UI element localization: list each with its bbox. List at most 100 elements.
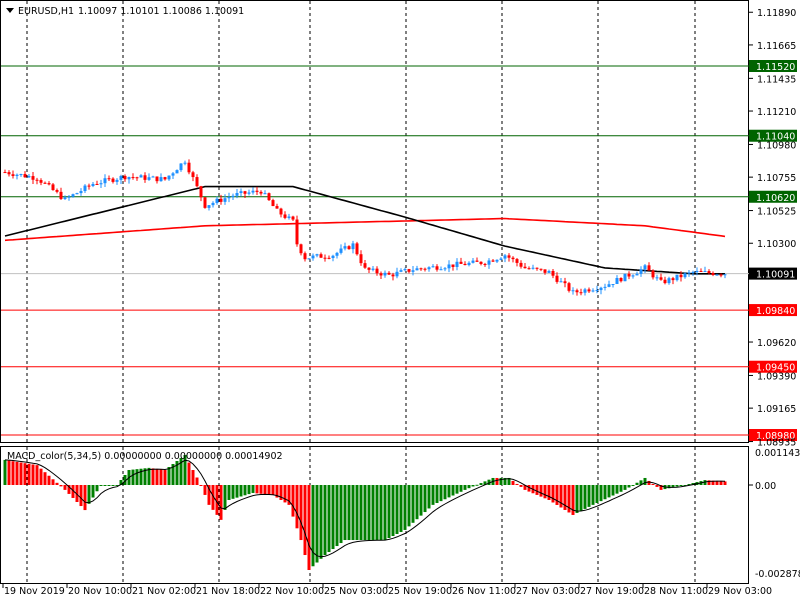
macd-bar (87, 485, 91, 504)
macd-bar (423, 485, 427, 513)
macd-bar (439, 485, 443, 502)
candle-body (411, 270, 415, 272)
macd-bar (103, 485, 107, 486)
price-tick-label: 1.10980 (757, 140, 796, 151)
candle-body (351, 243, 355, 250)
dropdown-triangle-icon[interactable] (6, 8, 14, 13)
time-tick-label: 26 Nov 11:00 (452, 586, 516, 597)
candle-body (587, 289, 591, 292)
candle-body (403, 269, 407, 271)
macd-bar (163, 470, 167, 485)
macd-bar (651, 483, 655, 485)
candle-body (139, 175, 143, 178)
candle-body (327, 257, 331, 259)
candle-body (483, 263, 487, 265)
candle-body (279, 208, 283, 215)
macd-bar (395, 485, 399, 534)
time-tick-label: 19 Nov 2019 (4, 586, 65, 597)
candle-body (495, 259, 499, 262)
price-tick-label: 1.10525 (757, 207, 796, 218)
macd-bar (403, 485, 407, 530)
macd-bar (419, 485, 423, 516)
candle-body (167, 175, 171, 180)
macd-bar (575, 485, 579, 513)
candle-body (143, 175, 147, 180)
macd-bar (347, 485, 351, 541)
candle-body (75, 193, 79, 195)
candle-body (243, 191, 247, 194)
candle-body (71, 194, 75, 197)
price-chart[interactable]: 1.115201.110401.106201.100911.098401.094… (0, 0, 800, 600)
macd-bar (475, 484, 479, 486)
candle-body (431, 266, 435, 268)
macd-bar (195, 477, 199, 485)
price-tick-label: 1.11890 (757, 8, 796, 19)
candle-body (599, 287, 603, 291)
candle-body (531, 267, 535, 269)
candle-body (691, 271, 695, 273)
candle-body (55, 190, 59, 192)
macd-bar (359, 485, 363, 541)
candle-body (235, 193, 239, 196)
macd-bar (255, 485, 259, 494)
candle-body (679, 274, 683, 278)
macd-bar (339, 485, 343, 544)
macd-bar (159, 469, 163, 485)
candle-body (515, 259, 519, 263)
price-tick-label: 1.09165 (757, 404, 796, 415)
candle-body (699, 270, 703, 272)
candle-body (467, 262, 471, 266)
macd-bar (167, 467, 171, 485)
candle-body (275, 206, 279, 209)
candle-body (551, 270, 555, 276)
candle-body (67, 196, 71, 198)
time-tick-label: 27 Nov 03:00 (516, 586, 580, 597)
candle-body (27, 176, 31, 178)
candle-body (543, 269, 547, 273)
macd-bar (251, 485, 255, 493)
macd-bar (407, 485, 411, 527)
candle-body (107, 178, 111, 180)
macd-bar (539, 485, 543, 497)
candle-body (575, 290, 579, 293)
macd-bar (587, 485, 591, 507)
candle-body (179, 163, 183, 171)
candle-body (547, 270, 551, 273)
macd-bar (519, 485, 523, 487)
price-tick-label: 1.09390 (757, 371, 796, 382)
candle-body (363, 263, 367, 268)
candle-body (119, 175, 123, 180)
macd-bar (535, 485, 539, 495)
macd-bar (343, 485, 347, 541)
macd-bar (315, 485, 319, 563)
price-tick-label: 1.08935 (757, 438, 796, 449)
candle-body (219, 198, 223, 202)
macd-min-label: -0.002878 (755, 569, 800, 580)
candle-body (671, 278, 675, 281)
macd-bar (427, 485, 431, 509)
candle-body (331, 255, 335, 259)
candle-body (223, 198, 227, 202)
macd-bar (459, 485, 463, 492)
candle-body (203, 197, 207, 208)
candle-body (643, 265, 647, 270)
macd-bar (131, 469, 135, 485)
macd-bar (327, 485, 331, 553)
macd-bar (187, 462, 191, 485)
macd-bar (375, 485, 379, 541)
macd-bar (335, 485, 339, 547)
macd-bar (135, 469, 139, 485)
candle-body (675, 274, 679, 281)
macd-bar (627, 485, 631, 488)
macd-bar (579, 485, 583, 511)
macd-bar (63, 485, 67, 490)
macd-bar (83, 485, 87, 511)
candle-body (663, 279, 667, 284)
candle-body (131, 177, 135, 179)
macd-bar (259, 485, 263, 494)
candle-body (511, 257, 515, 260)
candle-body (695, 270, 699, 272)
candle-body (91, 183, 95, 186)
macd-bar (595, 485, 599, 504)
candle-body (343, 246, 347, 249)
